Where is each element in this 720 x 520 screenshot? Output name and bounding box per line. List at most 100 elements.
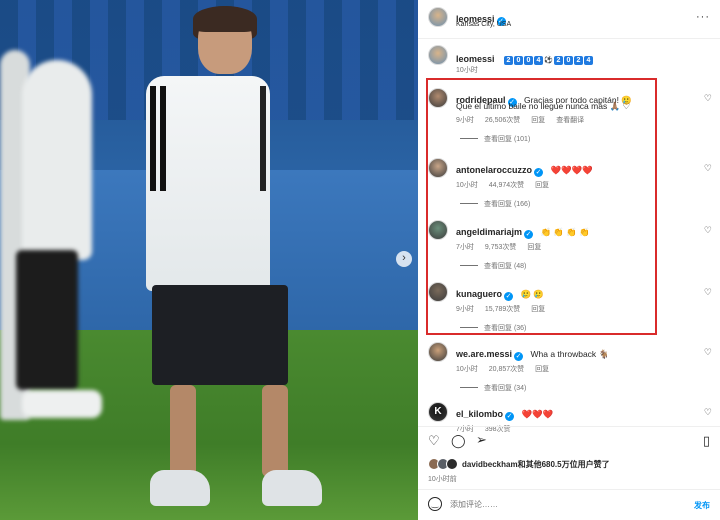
caption-badge: 2 <box>503 56 513 65</box>
commenter-username[interactable]: el_kilombo <box>456 409 503 419</box>
background-player <box>22 60 92 260</box>
post-side-panel: leomessi ✓ Kansas City, USA ··· leomessi … <box>418 0 720 520</box>
heart-icon[interactable]: ♡ <box>704 347 712 358</box>
comment-meta: 10小时 20,857次赞 回复 <box>456 364 558 374</box>
likers-avatars <box>428 458 462 470</box>
bookmark-icon[interactable]: ▯ <box>703 434 710 447</box>
caption-time: 10小时 <box>456 67 478 74</box>
emoji-icon[interactable]: ‿ <box>428 497 442 511</box>
comment-likes[interactable]: 9,753次赞 <box>485 244 517 251</box>
verified-icon: ✓ <box>505 412 515 421</box>
player-shoe <box>262 470 322 506</box>
comment-likes[interactable]: 15,789次赞 <box>485 306 520 313</box>
verified-icon: ✓ <box>504 292 514 301</box>
verified-icon: ✓ <box>524 230 534 239</box>
player-shorts <box>152 285 288 385</box>
shirt-stripe <box>160 86 166 191</box>
input-divider <box>418 489 720 490</box>
liker-username[interactable]: davidbeckham <box>462 460 518 469</box>
heart-icon[interactable]: ♡ <box>704 407 712 418</box>
commenter-avatar[interactable] <box>428 282 448 302</box>
view-replies-button[interactable]: 查看回复 (36) <box>460 323 526 333</box>
share-icon[interactable]: ➢ <box>476 433 487 446</box>
commenter-username[interactable]: antonelaroccuzzo <box>456 165 532 175</box>
verified-icon: ✓ <box>534 168 544 177</box>
post-photo: › <box>0 0 418 520</box>
comment-line: we.are.messi ✓ Wha a throwback 🐐 <box>456 344 656 362</box>
liker-avatar <box>446 458 458 470</box>
player-leg <box>262 385 288 477</box>
heart-icon[interactable]: ♡ <box>704 163 712 174</box>
comment-input[interactable] <box>450 496 660 512</box>
view-replies-button[interactable]: 查看回复 (34) <box>460 383 526 393</box>
commenter-avatar[interactable]: K <box>428 402 448 422</box>
actions-divider <box>418 426 720 427</box>
caption-badge: 2 <box>573 56 583 65</box>
reply-button[interactable]: 回复 <box>527 244 541 251</box>
comment-text: ❤️❤️❤️ <box>521 409 554 419</box>
view-replies-button[interactable]: 查看回复 (48) <box>460 261 526 271</box>
reply-button[interactable]: 回复 <box>531 306 545 313</box>
shirt-stripe <box>150 86 156 191</box>
view-replies-button[interactable]: 查看回复 (166) <box>460 199 530 209</box>
header-divider <box>418 38 720 39</box>
comment-line: kunaguero ✓ 🥲 🥲 <box>456 284 656 302</box>
player-hair <box>193 6 257 32</box>
next-photo-button[interactable]: › <box>396 251 412 267</box>
comment-line: antonelaroccuzzo ✓ ❤️❤️❤️❤️ <box>456 160 656 178</box>
commenter-avatar[interactable] <box>428 158 448 178</box>
comment-likes[interactable]: 398次赞 <box>485 426 511 433</box>
more-options-icon[interactable]: ··· <box>696 11 710 23</box>
heart-icon[interactable]: ♡ <box>428 434 440 447</box>
translate-button[interactable]: 查看翻译 <box>556 117 584 124</box>
caption-badge: 4 <box>583 56 593 65</box>
commenter-username[interactable]: kunaguero <box>456 289 502 299</box>
heart-icon[interactable]: ♡ <box>704 93 712 104</box>
author-avatar[interactable] <box>428 7 448 27</box>
likes-count[interactable]: 和其他680.5万位用户赞了 <box>518 460 610 469</box>
likes-line: davidbeckham和其他680.5万位用户赞了 <box>462 459 610 470</box>
comment-time: 9小时 <box>456 306 474 313</box>
post-time: 10小时前 <box>428 476 457 483</box>
comment-line: el_kilombo ✓ ❤️❤️❤️ <box>456 404 656 422</box>
comment-line: angeldimariajm ✓ 👏 👏 👏 👏 <box>456 222 656 240</box>
commenter-avatar[interactable] <box>428 342 448 362</box>
view-replies-button[interactable]: 查看回复 (101) <box>460 134 530 144</box>
comment-time: 9小时 <box>456 117 474 124</box>
commenter-username[interactable]: angeldimariajm <box>456 227 522 237</box>
author-avatar[interactable] <box>428 45 448 65</box>
post-location[interactable]: Kansas City, USA <box>456 21 511 28</box>
reply-button[interactable]: 回复 <box>535 366 549 373</box>
comment-meta: 10小时 44,974次赞 回复 <box>456 180 558 190</box>
verified-icon: ✓ <box>514 352 524 361</box>
comment-time: 7小时 <box>456 244 474 251</box>
background-player <box>16 250 78 390</box>
comment-meta: 9小时 26,506次赞 回复 查看翻译 <box>456 115 593 125</box>
heart-icon[interactable]: ♡ <box>704 287 712 298</box>
heart-icon[interactable]: ♡ <box>704 225 712 236</box>
post-comment-button[interactable]: 发布 <box>694 500 710 511</box>
comment-likes[interactable]: 20,857次赞 <box>489 366 524 373</box>
caption-badge: 2 <box>553 56 563 65</box>
comment-text: ❤️❤️❤️❤️ <box>550 165 593 175</box>
chevron-right-icon: › <box>402 252 406 264</box>
comment-time: 10小时 <box>456 366 478 373</box>
comment-likes[interactable]: 44,974次赞 <box>489 182 524 189</box>
comment-text: 👏 👏 👏 👏 <box>540 227 590 237</box>
caption-badge: 4 <box>533 56 543 65</box>
commenter-username[interactable]: we.are.messi <box>456 349 512 359</box>
caption-badge: 0 <box>513 56 523 65</box>
comment-text-line2: Que el último baile no llegue nunca más … <box>456 101 631 111</box>
reply-button[interactable]: 回复 <box>531 117 545 124</box>
comment-meta: 9小时 15,789次赞 回复 <box>456 304 554 314</box>
commenter-avatar[interactable] <box>428 88 448 108</box>
commenter-avatar[interactable] <box>428 220 448 240</box>
comment-text: 🥲 🥲 <box>520 289 544 299</box>
comment-likes[interactable]: 26,506次赞 <box>485 117 520 124</box>
comment-time: 10小时 <box>456 182 478 189</box>
caption-badges: 2 0 0 4 ⚽ 2 0 2 4 <box>503 49 593 66</box>
caption-username[interactable]: leomessi <box>456 54 495 64</box>
reply-button[interactable]: 回复 <box>535 182 549 189</box>
caption-badge: 0 <box>563 56 573 65</box>
comment-icon[interactable]: ◯ <box>451 434 466 447</box>
